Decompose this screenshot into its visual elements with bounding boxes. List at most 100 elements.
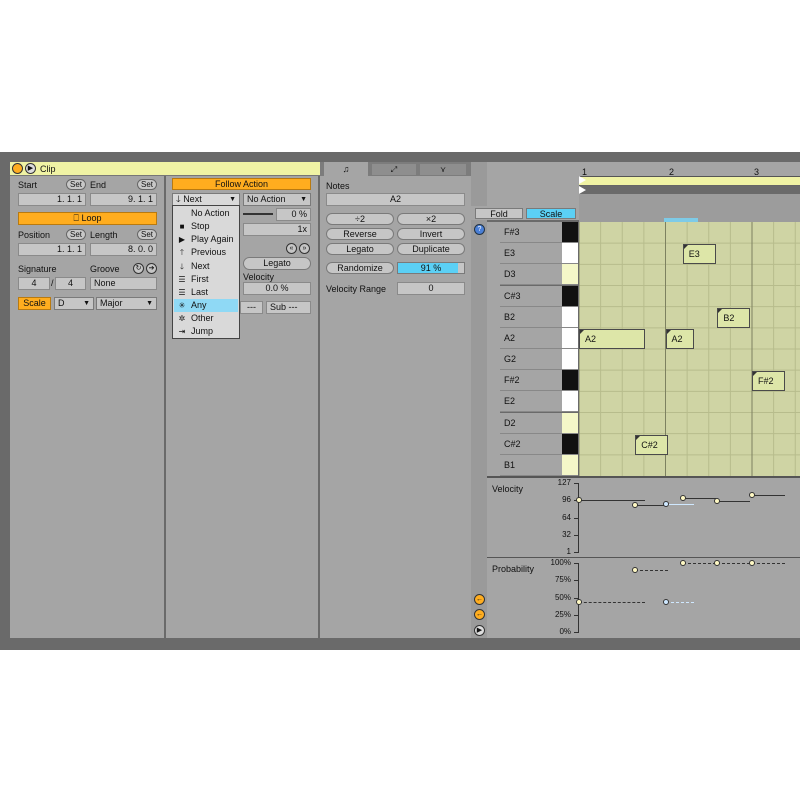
key-row[interactable]: F#2	[500, 370, 562, 392]
randomize-amount-field[interactable]: 91 %	[397, 262, 465, 274]
position-field[interactable]: 1. 1. 1	[18, 243, 86, 256]
follow-multiplier-field[interactable]: 1x	[243, 223, 311, 236]
follow-velocity-field[interactable]: 0.0 %	[243, 282, 311, 295]
key-row[interactable]: E3	[500, 243, 562, 265]
menu-item-jump[interactable]: ⇥ Jump	[174, 325, 238, 338]
reverse-button[interactable]: Reverse	[326, 228, 394, 240]
lane-play-icon[interactable]: ▶	[474, 625, 485, 636]
midi-note[interactable]: E3	[682, 244, 716, 265]
piano-key[interactable]	[562, 454, 578, 476]
groove-field[interactable]: None	[90, 277, 157, 290]
velocity-handle[interactable]	[662, 500, 669, 507]
velocity-handle[interactable]	[576, 496, 582, 503]
probability-handle[interactable]	[576, 598, 582, 605]
menu-item-first[interactable]: ☰ First	[174, 273, 238, 286]
duplicate-button[interactable]: Duplicate	[397, 243, 465, 255]
piano-key[interactable]	[562, 391, 578, 413]
clip-play-icon[interactable]: ▶	[25, 163, 36, 174]
scale-root-dropdown[interactable]: D ▼	[54, 297, 94, 310]
menu-item-stop[interactable]: ■ Stop	[174, 220, 238, 233]
piano-key[interactable]	[562, 370, 578, 392]
menu-item-any[interactable]: ✳ Any	[174, 299, 238, 312]
key-row[interactable]: A2	[500, 327, 562, 349]
start-set-button[interactable]: Set	[66, 179, 86, 190]
timeline-ruler[interactable]	[579, 162, 800, 177]
piano-key[interactable]	[562, 412, 578, 434]
end-marker-icon[interactable]	[579, 186, 586, 194]
midi-note[interactable]: A2	[665, 328, 695, 349]
divide-by-2-button[interactable]: ÷2	[326, 213, 394, 225]
piano-key[interactable]	[562, 433, 578, 455]
piano-key[interactable]	[562, 349, 578, 371]
key-row[interactable]: C#2	[500, 433, 562, 455]
start-marker-icon[interactable]	[579, 176, 586, 184]
menu-item-play-again[interactable]: ▶ Play Again	[174, 233, 238, 246]
clip-activator-icon[interactable]	[12, 163, 23, 174]
key-row[interactable]: D3	[500, 264, 562, 286]
loop-brace[interactable]	[579, 177, 800, 186]
info-icon[interactable]: ?	[474, 224, 485, 235]
forward-icon[interactable]: »	[299, 243, 310, 254]
groove-commit-icon[interactable]: ➔	[146, 263, 157, 274]
key-row[interactable]: E2	[500, 391, 562, 413]
velocity-range-field[interactable]: 0	[397, 282, 465, 295]
key-row[interactable]: B2	[500, 306, 562, 328]
loop-button[interactable]: ⎕ Loop	[18, 212, 157, 225]
follow-chance-field[interactable]: 0 %	[276, 208, 311, 221]
menu-item-other[interactable]: ✲ Other	[174, 312, 238, 325]
scale-mode-dropdown[interactable]: Major ▼	[96, 297, 157, 310]
follow-jump-field[interactable]: ---	[240, 301, 263, 314]
position-set-button[interactable]: Set	[66, 229, 86, 240]
follow-action-b-dropdown[interactable]: No Action ▼	[243, 193, 311, 206]
end-field[interactable]: 9. 1. 1	[90, 193, 157, 206]
scale-highlight-button[interactable]: Scale	[526, 208, 576, 219]
probability-handle[interactable]	[749, 560, 755, 566]
velocity-lane[interactable]	[579, 478, 800, 558]
midi-note[interactable]: C#2	[635, 434, 669, 455]
midi-note[interactable]: A2	[579, 328, 645, 349]
probability-lane[interactable]	[579, 558, 800, 638]
length-field[interactable]: 8. 0. 0	[90, 243, 157, 256]
lane-arrow-left-icon[interactable]: ←	[474, 594, 485, 605]
follow-sub-field[interactable]: Sub ---	[266, 301, 311, 314]
key-row[interactable]: G2	[500, 349, 562, 371]
key-row[interactable]: C#3	[500, 285, 562, 307]
fold-button[interactable]: Fold	[475, 208, 523, 219]
tab-generate[interactable]: ⋎	[420, 164, 466, 175]
menu-item-next[interactable]: 🡓 Next	[174, 260, 238, 273]
end-set-button[interactable]: Set	[137, 179, 157, 190]
follow-chance-slider[interactable]	[243, 213, 273, 215]
midi-note[interactable]: F#2	[752, 371, 785, 392]
follow-action-toggle[interactable]: Follow Action	[172, 178, 311, 190]
piano-key[interactable]	[562, 306, 578, 328]
piano-key[interactable]	[562, 222, 578, 244]
signature-denominator[interactable]: 4	[55, 277, 86, 290]
velocity-handle[interactable]	[749, 491, 755, 498]
tab-notes[interactable]: ♫	[324, 162, 368, 176]
piano-key[interactable]	[562, 327, 578, 349]
legato-button[interactable]: Legato	[326, 243, 394, 255]
menu-item-no-action[interactable]: No Action	[174, 207, 238, 220]
key-row[interactable]: B1	[500, 454, 562, 476]
randomize-button[interactable]: Randomize	[326, 262, 394, 274]
note-name-field[interactable]: A2	[326, 193, 465, 206]
scale-toggle-button[interactable]: Scale	[18, 297, 51, 310]
menu-item-previous[interactable]: 🡑 Previous	[174, 246, 238, 259]
probability-handle[interactable]	[679, 560, 686, 566]
piano-key[interactable]	[562, 243, 578, 265]
tab-transform[interactable]: ⤢	[372, 164, 416, 175]
start-field[interactable]: 1. 1. 1	[18, 193, 86, 206]
lane-arrow-left-icon-2[interactable]: ←	[474, 609, 485, 620]
groove-hot-swap-icon[interactable]: ↻	[133, 263, 144, 274]
piano-key[interactable]	[562, 285, 578, 307]
menu-item-last[interactable]: ☰ Last	[174, 286, 238, 299]
key-row[interactable]: D2	[500, 412, 562, 434]
rewind-icon[interactable]: «	[286, 243, 297, 254]
multiply-by-2-button[interactable]: ×2	[397, 213, 465, 225]
midi-note[interactable]: B2	[717, 307, 751, 328]
follow-legato-button[interactable]: Legato	[243, 257, 311, 270]
piano-key[interactable]	[562, 264, 578, 286]
key-row[interactable]: F#3	[500, 222, 562, 244]
length-set-button[interactable]: Set	[137, 229, 157, 240]
probability-handle[interactable]	[662, 598, 669, 605]
